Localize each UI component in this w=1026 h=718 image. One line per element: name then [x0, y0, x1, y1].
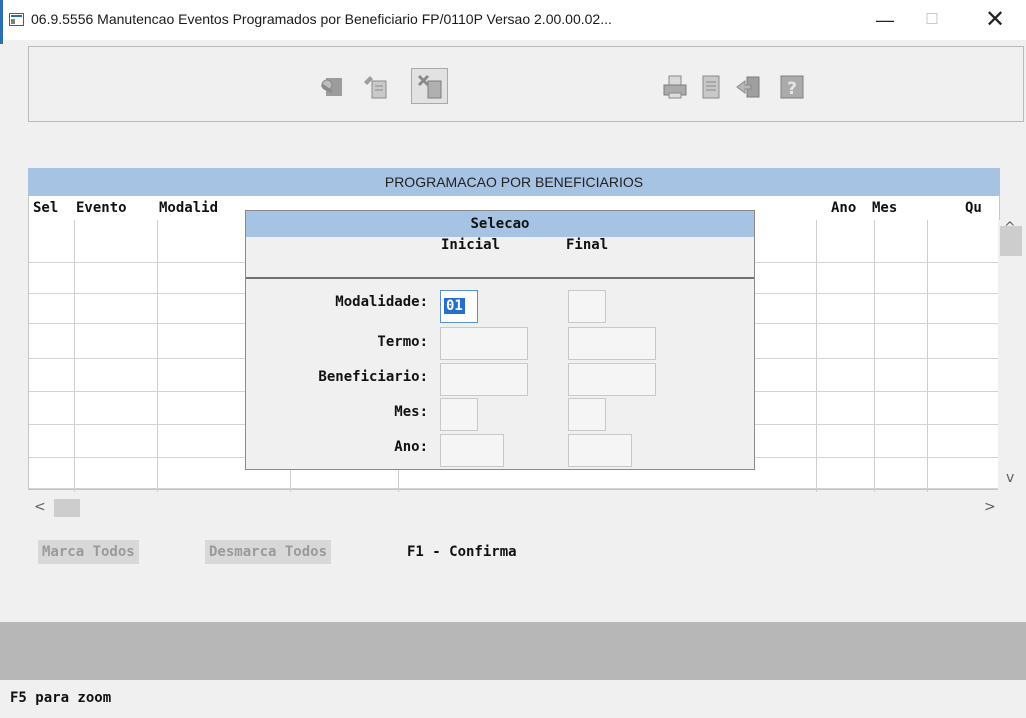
termo-final-field[interactable]: [568, 327, 656, 360]
status-bar: [0, 622, 1026, 680]
confirm-hint: F1 - Confirma: [407, 544, 517, 560]
ano-initial-field[interactable]: [440, 434, 504, 467]
column-header-modalidade[interactable]: Modalid: [159, 200, 218, 216]
modalidade-initial-value: 01: [444, 298, 465, 314]
mes-initial-field[interactable]: [440, 398, 478, 431]
modalidade-final-field[interactable]: [568, 290, 606, 323]
mes-label: Mes:: [394, 404, 428, 420]
modalidade-label: Modalidade:: [335, 294, 428, 310]
window-title: 06.9.5556 Manutencao Eventos Programados…: [31, 11, 612, 27]
modalidade-initial-field[interactable]: 01: [440, 290, 478, 323]
svg-text:?: ?: [787, 79, 797, 99]
column-header-quantidade[interactable]: Qu: [965, 200, 982, 216]
table-row[interactable]: [29, 488, 998, 489]
vertical-scrollbar[interactable]: [998, 220, 1024, 492]
selection-dialog: Selecao Inicial Final Modalidade: 01 Ter…: [245, 210, 755, 470]
app-icon: [9, 13, 24, 26]
grid-column-divider: [74, 220, 75, 492]
exit-icon[interactable]: [730, 68, 767, 104]
grid-caption: PROGRAMACAO POR BENEFICIARIOS: [28, 168, 1000, 196]
scroll-left-icon[interactable]: <: [34, 499, 46, 515]
beneficiario-final-field[interactable]: [568, 363, 656, 396]
print-icon[interactable]: [656, 68, 693, 104]
beneficiario-label: Beneficiario:: [318, 369, 428, 385]
window-accent: [0, 0, 3, 44]
ano-final-field[interactable]: [568, 434, 632, 467]
grid-column-divider: [927, 220, 928, 492]
unmark-all-button[interactable]: Desmarca Todos: [205, 540, 332, 564]
maximize-button[interactable]: ☐: [912, 6, 952, 34]
termo-label: Termo:: [377, 334, 428, 350]
scroll-right-icon[interactable]: >: [984, 499, 996, 515]
scroll-down-icon[interactable]: v: [1006, 470, 1014, 486]
help-icon[interactable]: ?: [773, 68, 810, 104]
grid-column-divider: [157, 220, 158, 492]
dialog-title: Selecao: [246, 211, 754, 237]
dialog-separator: [246, 277, 754, 279]
column-header-sel[interactable]: Sel: [33, 200, 58, 216]
scroll-up-icon[interactable]: ^: [1004, 220, 1016, 236]
beneficiario-initial-field[interactable]: [440, 363, 528, 396]
toolbar: ?: [28, 46, 1024, 122]
grid-column-divider: [816, 220, 817, 492]
key-icon[interactable]: [312, 68, 349, 104]
close-button[interactable]: ✕: [975, 6, 1015, 34]
column-header-mes[interactable]: Mes: [872, 200, 897, 216]
mark-all-button[interactable]: Marca Todos: [38, 540, 139, 564]
column-final-label: Final: [566, 237, 609, 253]
ano-label: Ano:: [394, 439, 428, 455]
edit-record-icon[interactable]: [356, 68, 393, 104]
mes-final-field[interactable]: [568, 398, 606, 431]
document-icon[interactable]: [692, 68, 729, 104]
column-header-evento[interactable]: Evento: [76, 200, 127, 216]
column-initial-label: Inicial: [441, 237, 501, 253]
horizontal-scroll-thumb[interactable]: [54, 499, 80, 517]
delete-record-icon[interactable]: [411, 68, 448, 104]
horizontal-scrollbar[interactable]: [28, 496, 1024, 520]
grid-column-divider: [874, 220, 875, 492]
zoom-hint: F5 para zoom: [10, 690, 112, 706]
minimize-button[interactable]: —: [865, 6, 905, 34]
termo-initial-field[interactable]: [440, 327, 528, 360]
title-bar: 06.9.5556 Manutencao Eventos Programados…: [0, 0, 1026, 40]
column-header-ano[interactable]: Ano: [831, 200, 856, 216]
